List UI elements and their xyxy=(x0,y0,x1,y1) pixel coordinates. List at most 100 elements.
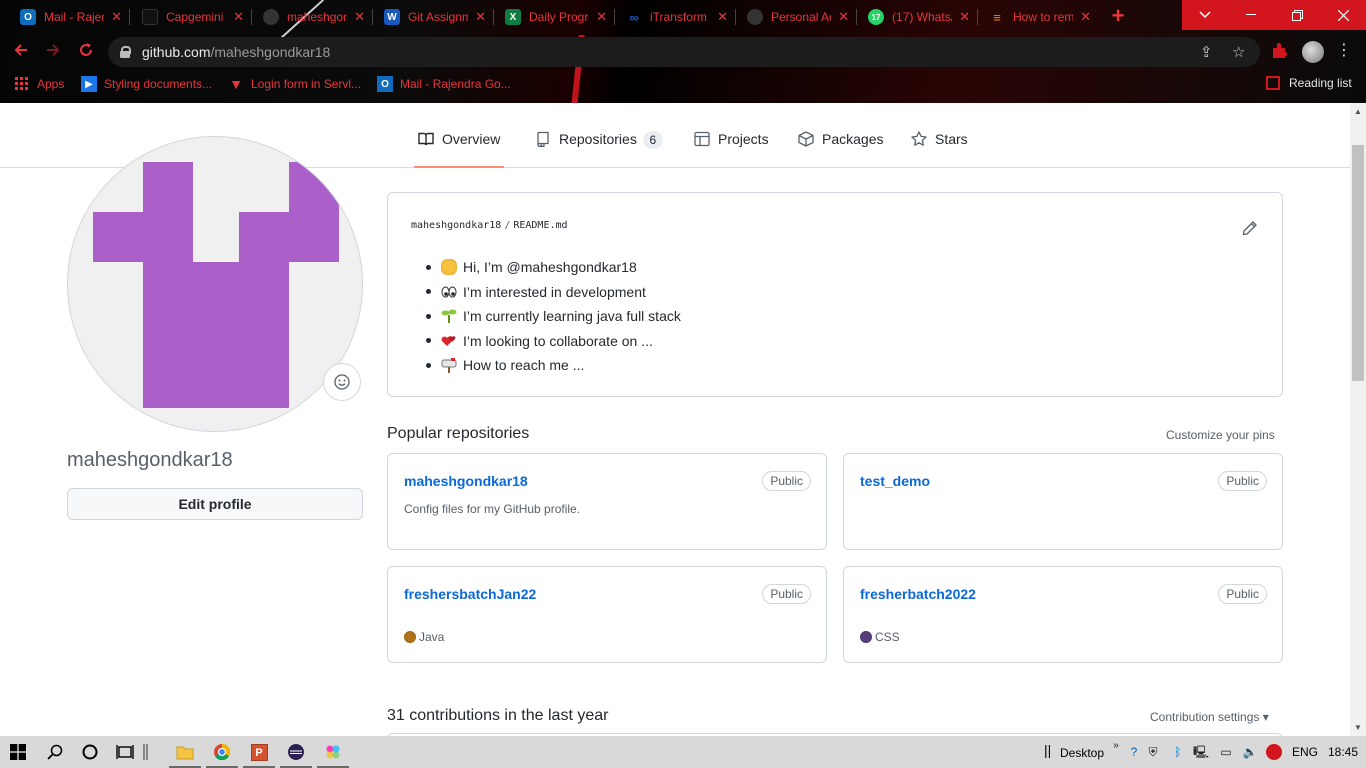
browser-tab[interactable]: O Mail - Rajendra ✕ xyxy=(12,0,130,34)
url-host: github.com xyxy=(142,44,211,60)
browser-menu-icon[interactable]: ⋮ xyxy=(1336,40,1352,60)
antivirus-icon[interactable] xyxy=(1266,744,1282,760)
close-window-button[interactable] xyxy=(1320,0,1366,30)
extension-puzzle-icon[interactable] xyxy=(1270,41,1290,61)
close-tab-icon[interactable]: ✕ xyxy=(354,9,365,25)
security-shield-icon[interactable]: ⛨ xyxy=(1145,744,1161,760)
new-tab-button[interactable]: + xyxy=(1106,5,1130,29)
repo-name-link[interactable]: test_demo xyxy=(860,473,930,489)
address-bar[interactable]: github.com/maheshgondkar18 ⇪ ☆ xyxy=(108,37,1260,67)
eyes-emoji-icon xyxy=(441,284,457,300)
list-item: I’m interested in development xyxy=(426,280,681,305)
tab-strip: O Mail - Rajendra ✕ Capgemini ✕ maheshgo… xyxy=(0,0,1366,34)
page-viewport: Overview Repositories 6 Projects Package… xyxy=(0,103,1350,736)
powerpoint-button[interactable]: P xyxy=(243,740,275,768)
repo-name-link[interactable]: maheshgondkar18 xyxy=(404,473,528,489)
eclipse-button[interactable] xyxy=(280,740,312,768)
lock-icon[interactable] xyxy=(120,46,131,58)
browser-tab[interactable]: X Daily Progress ✕ xyxy=(497,0,615,34)
pencil-icon[interactable] xyxy=(1242,220,1258,236)
desktop-toolbar[interactable]: Desktop xyxy=(1060,746,1104,760)
chrome-button[interactable] xyxy=(206,740,238,768)
close-tab-icon[interactable]: ✕ xyxy=(111,9,122,25)
github-icon xyxy=(747,9,763,25)
page-scrollbar[interactable]: ▲ ▼ xyxy=(1350,103,1366,736)
minimize-button[interactable] xyxy=(1228,0,1274,30)
bookmark-apps[interactable]: Apps xyxy=(14,76,64,92)
browser-tab[interactable]: Personal Access ✕ xyxy=(739,0,857,34)
avatar[interactable] xyxy=(67,136,363,432)
browser-tab[interactable]: ≡ How to remove ✕ xyxy=(981,0,1099,34)
tab-stars[interactable]: Stars xyxy=(911,131,968,168)
help-icon[interactable]: ? xyxy=(1126,744,1142,760)
windows-logo-icon xyxy=(10,744,26,760)
power-icon[interactable]: ▭ xyxy=(1218,744,1234,760)
table-icon xyxy=(694,131,710,147)
caret-down-icon: ▾ xyxy=(1262,710,1269,724)
browser-tab[interactable]: ∞ iTransform ✕ xyxy=(618,0,736,34)
task-view-button[interactable] xyxy=(113,740,137,764)
clock[interactable]: 18:45 xyxy=(1328,745,1358,759)
repo-name-link[interactable]: freshersbatchJan22 xyxy=(404,586,536,602)
cortana-button[interactable] xyxy=(78,740,102,764)
volume-icon[interactable]: 🔈 xyxy=(1242,744,1258,760)
profile-readme: maheshgondkar18/README.md Hi, I’m @mahes… xyxy=(387,192,1283,397)
file-explorer-button[interactable] xyxy=(169,740,201,768)
readme-list: Hi, I’m @maheshgondkar18 I’m interested … xyxy=(426,255,681,378)
tab-packages[interactable]: Packages xyxy=(798,131,883,168)
search-button[interactable] xyxy=(43,740,67,764)
browser-tab[interactable]: W Git Assignment ✕ xyxy=(376,0,494,34)
bookmark-mail[interactable]: O Mail - Rajendra Go... xyxy=(377,76,511,92)
browser-tab[interactable]: maheshgondkar18 ✕ xyxy=(255,0,373,34)
browser-toolbar: github.com/maheshgondkar18 ⇪ ☆ xyxy=(0,34,1366,70)
scroll-down-arrow-icon[interactable]: ▼ xyxy=(1354,723,1362,732)
tab-search-button[interactable] xyxy=(1182,0,1228,30)
color-app-button[interactable] xyxy=(317,740,349,768)
browser-tab[interactable]: Capgemini ✕ xyxy=(134,0,252,34)
start-button[interactable] xyxy=(6,740,30,764)
close-tab-icon[interactable]: ✕ xyxy=(1080,9,1091,25)
bookmark-star-icon[interactable]: ☆ xyxy=(1232,43,1245,61)
close-tab-icon[interactable]: ✕ xyxy=(717,9,728,25)
contribution-settings-dropdown[interactable]: Contribution settings ▾ xyxy=(1150,710,1269,724)
scroll-up-arrow-icon[interactable]: ▲ xyxy=(1354,107,1362,116)
readme-file-link[interactable]: README.md xyxy=(513,220,567,231)
list-item: Hi, I’m @maheshgondkar18 xyxy=(426,255,681,280)
restore-button[interactable] xyxy=(1274,0,1320,30)
readme-owner-link[interactable]: maheshgondkar18 xyxy=(411,220,501,231)
close-tab-icon[interactable]: ✕ xyxy=(838,9,849,25)
close-tab-icon[interactable]: ✕ xyxy=(596,9,607,25)
close-tab-icon[interactable]: ✕ xyxy=(475,9,486,25)
back-button[interactable] xyxy=(10,41,32,63)
list-item: I’m currently learning java full stack xyxy=(426,304,681,329)
tab-overview[interactable]: Overview xyxy=(414,131,505,168)
language-indicator[interactable]: ENG xyxy=(1292,745,1318,759)
reading-list-button[interactable]: Reading list xyxy=(1266,76,1352,90)
set-status-button[interactable] xyxy=(323,363,361,401)
tab-projects[interactable]: Projects xyxy=(694,131,769,168)
edit-profile-button[interactable]: Edit profile xyxy=(67,488,363,520)
tab-repositories[interactable]: Repositories 6 xyxy=(535,131,663,168)
repo-name-link[interactable]: fresherbatch2022 xyxy=(860,586,976,602)
itransform-icon: ∞ xyxy=(629,9,639,25)
scrollbar-thumb[interactable] xyxy=(1352,145,1364,381)
browser-profile-avatar[interactable] xyxy=(1302,41,1324,63)
outlook-icon: O xyxy=(20,9,36,25)
whatsapp-icon: 17 xyxy=(868,9,884,25)
repo-icon xyxy=(537,131,549,147)
toolbar-expand-icon[interactable]: » xyxy=(1108,738,1124,754)
browser-tab[interactable]: 17 (17) WhatsApp ✕ xyxy=(860,0,978,34)
network-icon[interactable]: 🖳 xyxy=(1193,744,1209,760)
reload-button[interactable] xyxy=(75,41,97,63)
repo-count-badge: 6 xyxy=(642,131,663,149)
close-icon xyxy=(1337,9,1349,21)
bookmark-styling-documents[interactable]: ▶ Styling documents... xyxy=(81,76,212,92)
bookmark-login-form[interactable]: ▼ Login form in Servl... xyxy=(228,76,361,92)
share-icon[interactable]: ⇪ xyxy=(1200,43,1213,61)
close-tab-icon[interactable]: ✕ xyxy=(233,9,244,25)
forward-button[interactable] xyxy=(42,41,64,63)
customize-pins-link[interactable]: Customize your pins xyxy=(1166,428,1275,442)
bluetooth-icon[interactable]: ᛒ xyxy=(1170,744,1186,760)
close-tab-icon[interactable]: ✕ xyxy=(959,9,970,25)
github-icon xyxy=(263,9,279,25)
